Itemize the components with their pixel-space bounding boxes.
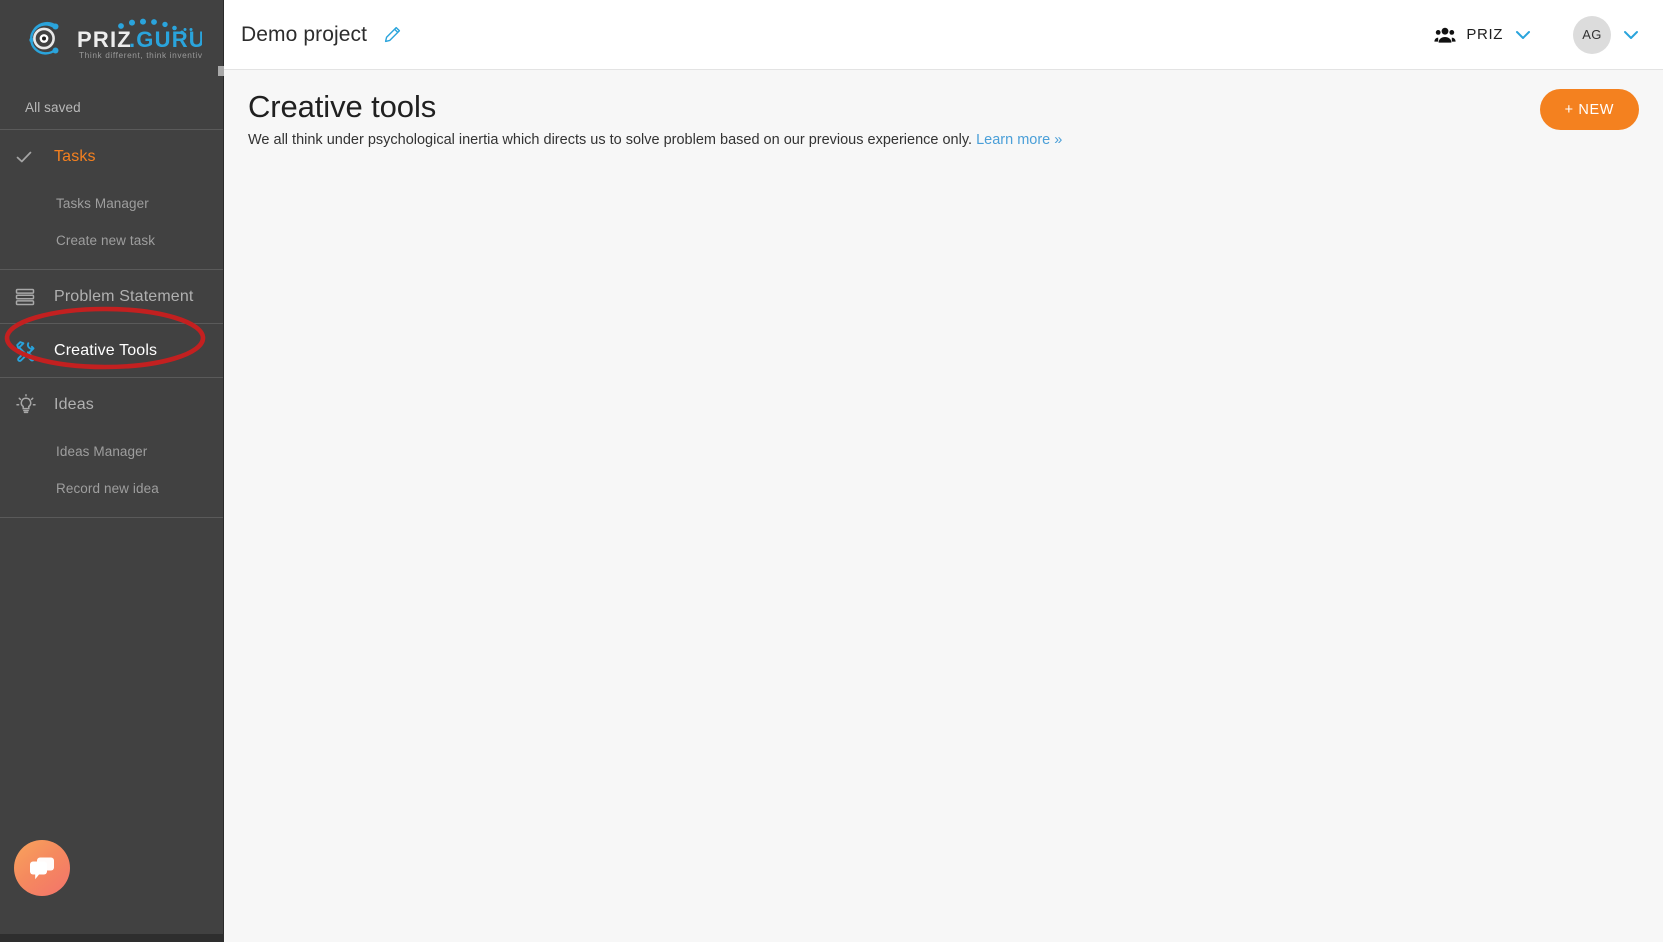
nav-section-tasks: Tasks Tasks Manager Create new task — [0, 130, 223, 269]
sidebar-subgroup-tasks: Tasks Manager Create new task — [0, 183, 223, 269]
sidebar-scroll-nub[interactable] — [218, 66, 224, 76]
brand-logo[interactable]: PRIZ .GURU Think different, think invent… — [0, 0, 223, 74]
divider — [0, 517, 223, 518]
page-header: Creative tools We all think under psycho… — [224, 70, 1663, 150]
app-window: PRIZ .GURU Think different, think invent… — [0, 0, 1663, 942]
chat-bubbles-icon — [30, 857, 54, 880]
edit-project-button[interactable] — [379, 22, 405, 48]
svg-text:PRIZ: PRIZ — [77, 27, 132, 52]
sidebar: PRIZ .GURU Think different, think invent… — [0, 0, 224, 942]
account-chevron-down-icon[interactable] — [1623, 29, 1639, 41]
nav-section-ideas: Ideas Ideas Manager Record new idea — [0, 378, 223, 517]
sidebar-item-tasks-manager[interactable]: Tasks Manager — [0, 185, 223, 222]
sidebar-item-label: Tasks — [54, 147, 96, 165]
lightbulb-icon — [14, 393, 48, 417]
new-button[interactable]: + NEW — [1539, 89, 1639, 130]
page-subtitle-text: We all think under psychological inertia… — [248, 132, 973, 148]
people-group-icon — [1434, 27, 1457, 43]
priz-guru-logo-icon: PRIZ .GURU Think different, think invent… — [28, 18, 202, 60]
avatar[interactable]: AG — [1573, 15, 1611, 54]
sidebar-item-creative-tools[interactable]: Creative Tools — [0, 324, 223, 377]
nav-section-creative-tools: Creative Tools — [0, 324, 223, 377]
learn-more-link[interactable]: Learn more » — [976, 132, 1062, 148]
sidebar-item-problem-statement[interactable]: Problem Statement — [0, 270, 223, 323]
main-content: Creative tools We all think under psycho… — [224, 70, 1663, 942]
sidebar-bottom-strip — [0, 934, 224, 942]
tools-icon — [14, 339, 48, 363]
pencil-icon — [384, 26, 400, 43]
check-icon — [14, 147, 48, 167]
sidebar-subgroup-ideas: Ideas Manager Record new idea — [0, 431, 223, 517]
page-subtitle: We all think under psychological inertia… — [248, 130, 1663, 150]
save-status: All saved — [25, 100, 81, 115]
sidebar-item-label: Problem Statement — [54, 287, 194, 305]
nav-section-problem-statement: Problem Statement — [0, 270, 223, 323]
team-switcher[interactable]: PRIZ — [1434, 26, 1531, 44]
stacked-lines-icon — [14, 286, 48, 308]
sidebar-item-label: Creative Tools — [54, 341, 158, 359]
chevron-down-icon[interactable] — [1515, 29, 1531, 41]
project-title: Demo project — [241, 22, 368, 46]
team-label: PRIZ — [1466, 26, 1503, 43]
sidebar-item-label: Ideas — [54, 395, 94, 413]
svg-text:Think different, think inventi: Think different, think inventive... — [79, 50, 202, 60]
header-right-group: PRIZ AG — [1434, 15, 1663, 54]
sidebar-item-ideas[interactable]: Ideas — [0, 378, 223, 431]
sidebar-item-tasks[interactable]: Tasks — [0, 130, 223, 183]
sidebar-item-create-new-task[interactable]: Create new task — [0, 222, 223, 259]
chat-widget-button[interactable] — [14, 840, 70, 896]
page-title: Creative tools — [248, 89, 437, 124]
sidebar-item-ideas-manager[interactable]: Ideas Manager — [0, 433, 223, 470]
top-header: Demo project PRIZ AG — [224, 0, 1663, 70]
sidebar-item-record-new-idea[interactable]: Record new idea — [0, 470, 223, 507]
